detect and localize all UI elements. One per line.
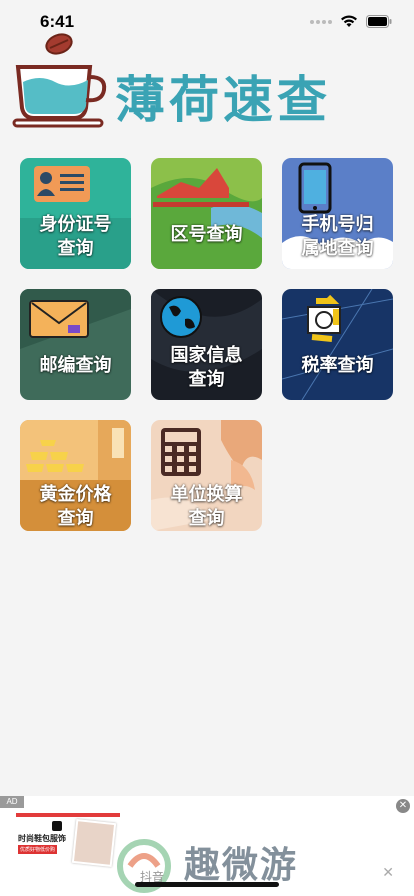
signal-dots-icon bbox=[310, 19, 332, 24]
tile-phone-location[interactable]: 手机号归 属地查询 bbox=[282, 158, 393, 269]
tile-id-card[interactable]: 身份证号 查询 bbox=[20, 158, 131, 269]
recycle-money-icon bbox=[282, 289, 393, 400]
ad-tag: AD bbox=[0, 796, 24, 808]
tile-label-line: 黄金价格 bbox=[39, 484, 112, 504]
tile-label-line: 查询 bbox=[57, 238, 94, 258]
wifi-icon bbox=[341, 15, 357, 27]
tile-area-code[interactable]: 区号查询 bbox=[151, 158, 262, 269]
tile-gold-price-label: 黄金价格 查询 bbox=[20, 482, 131, 530]
tile-label-line: 单位换算 bbox=[170, 484, 243, 504]
app-header: 薄荷速查 bbox=[10, 30, 410, 130]
tile-postcode-label: 邮编查询 bbox=[20, 353, 131, 377]
tile-label-line: 属地查询 bbox=[301, 238, 374, 258]
app-title: 薄荷速查 bbox=[115, 71, 331, 129]
ad-dismiss-icon[interactable]: ✕ bbox=[382, 864, 394, 881]
watermark-text: 趣微游 bbox=[184, 844, 299, 885]
tile-label-line: 查询 bbox=[57, 508, 94, 528]
tile-tax-rate[interactable]: 税率查询 bbox=[282, 289, 393, 400]
tile-label-line: 税率查询 bbox=[301, 355, 374, 375]
tile-label-line: 手机号归 bbox=[301, 214, 374, 234]
tile-unit-convert-label: 单位换算 查询 bbox=[151, 482, 262, 530]
ad-close-button[interactable]: ✕ bbox=[396, 799, 410, 813]
battery-icon bbox=[366, 15, 392, 28]
tile-label-line: 国家信息 bbox=[170, 345, 243, 365]
tile-area-code-label: 区号查询 bbox=[151, 222, 262, 246]
ad-thumbnail[interactable]: 时尚鞋包服饰 优质好物低价购 bbox=[16, 813, 120, 867]
tile-unit-convert[interactable]: 单位换算 查询 bbox=[151, 420, 262, 531]
tile-id-card-label: 身份证号 查询 bbox=[20, 212, 131, 260]
tile-country-info-label: 国家信息 查询 bbox=[151, 343, 262, 391]
tile-gold-price[interactable]: 黄金价格 查询 bbox=[20, 420, 131, 531]
tea-cup-logo-icon bbox=[12, 33, 107, 128]
tile-label-line: 查询 bbox=[188, 508, 225, 528]
tile-postcode[interactable]: 邮编查询 bbox=[20, 289, 131, 400]
tile-label-line: 身份证号 bbox=[39, 214, 112, 234]
ad-thumb-title: 时尚鞋包服饰 bbox=[18, 834, 66, 843]
tile-label-line: 查询 bbox=[188, 369, 225, 389]
tiktok-icon bbox=[52, 821, 62, 831]
tile-phone-location-label: 手机号归 属地查询 bbox=[282, 212, 393, 260]
status-time: 6:41 bbox=[40, 12, 75, 31]
status-icons bbox=[310, 15, 392, 28]
envelope-icon bbox=[20, 289, 131, 349]
tile-country-info[interactable]: 国家信息 查询 bbox=[151, 289, 262, 400]
home-indicator[interactable] bbox=[135, 882, 279, 887]
ad-thumb-subtitle: 优质好物低价购 bbox=[18, 845, 58, 854]
mountain-flag-icon bbox=[151, 168, 262, 269]
ad-banner[interactable]: AD ✕ 时尚鞋包服饰 优质好物低价购 抖音 趣微游 ✕ bbox=[0, 796, 414, 896]
tile-label-line: 区号查询 bbox=[170, 224, 243, 244]
tile-tax-rate-label: 税率查询 bbox=[282, 353, 393, 377]
tile-label-line: 邮编查询 bbox=[39, 355, 112, 375]
ad-photo bbox=[71, 819, 117, 867]
